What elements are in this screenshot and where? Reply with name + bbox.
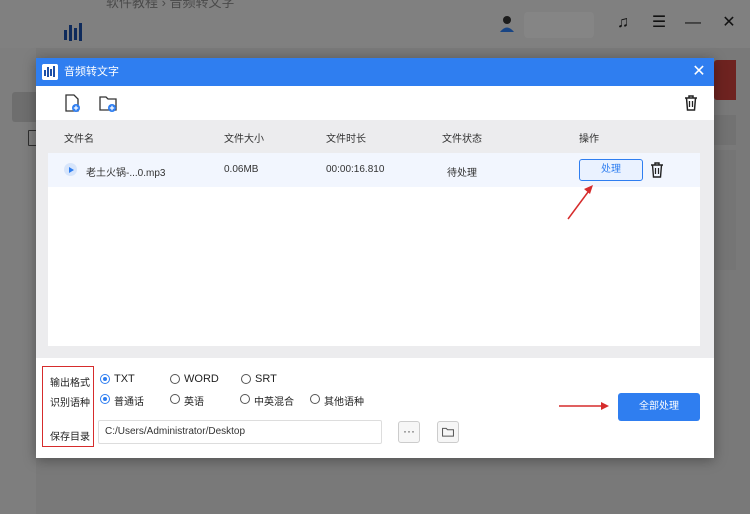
process-button[interactable]: 处理 — [579, 159, 643, 181]
table-row[interactable]: 老土火锅-...0.mp3 0.06MB 00:00:16.810 待处理 处理 — [48, 153, 700, 187]
lang-other-label: 其他语种 — [324, 397, 364, 408]
close-icon[interactable]: ✕ — [690, 62, 708, 82]
save-path-input[interactable]: C:/Users/Administrator/Desktop — [98, 420, 382, 444]
trash-icon[interactable] — [682, 94, 700, 112]
file-duration: 00:00:16.810 — [326, 164, 385, 175]
output-format-label: 输出格式 — [50, 378, 90, 389]
radio-lang-english[interactable] — [170, 394, 180, 404]
header-action: 操作 — [579, 134, 599, 145]
folder-icon[interactable] — [437, 421, 459, 443]
process-all-button[interactable]: 全部处理 — [618, 393, 700, 421]
file-status: 待处理 — [447, 168, 477, 179]
radio-lang-other[interactable] — [310, 394, 320, 404]
table-body: 老土火锅-...0.mp3 0.06MB 00:00:16.810 待处理 处理 — [48, 153, 700, 346]
save-dir-label: 保存目录 — [50, 432, 90, 443]
format-word-label: WORD — [184, 373, 219, 385]
radio-format-srt[interactable] — [241, 374, 251, 384]
header-duration: 文件时长 — [326, 134, 366, 145]
format-srt-label: SRT — [255, 373, 277, 385]
file-size: 0.06MB — [224, 164, 259, 175]
settings-panel: 输出格式 识别语种 保存目录 TXT WORD SRT 普通话 英语 中英混合 … — [36, 358, 714, 458]
header-filename: 文件名 — [64, 134, 94, 145]
dialog-header: 音频转文字 ✕ — [36, 58, 714, 86]
add-file-icon[interactable] — [63, 94, 81, 112]
radio-lang-mandarin[interactable] — [100, 394, 110, 404]
lang-mandarin-label: 普通话 — [114, 397, 144, 408]
play-icon[interactable] — [64, 163, 77, 176]
file-table: 文件名 文件大小 文件时长 文件状态 操作 老土火锅-...0.mp3 0.06… — [36, 120, 714, 358]
header-status: 文件状态 — [442, 134, 482, 145]
radio-format-txt[interactable] — [100, 374, 110, 384]
language-label: 识别语种 — [50, 398, 90, 409]
delete-row-icon[interactable] — [650, 162, 664, 178]
dialog-title: 音频转文字 — [64, 66, 119, 78]
dialog-toolbar — [36, 86, 714, 118]
radio-format-word[interactable] — [170, 374, 180, 384]
header-filesize: 文件大小 — [224, 134, 264, 145]
lang-mixed-label: 中英混合 — [254, 397, 294, 408]
table-header: 文件名 文件大小 文件时长 文件状态 操作 — [48, 120, 700, 153]
file-name: 老土火锅-...0.mp3 — [86, 168, 166, 179]
format-txt-label: TXT — [114, 373, 135, 385]
add-folder-icon[interactable] — [99, 94, 117, 112]
browse-more-button[interactable]: ··· — [398, 421, 420, 443]
dialog-logo-icon — [42, 64, 58, 80]
audio-to-text-dialog: 音频转文字 ✕ 文件名 文件大小 文件时长 文件状态 操作 老土火锅-...0.… — [36, 58, 714, 458]
lang-english-label: 英语 — [184, 397, 204, 408]
radio-lang-mixed[interactable] — [240, 394, 250, 404]
